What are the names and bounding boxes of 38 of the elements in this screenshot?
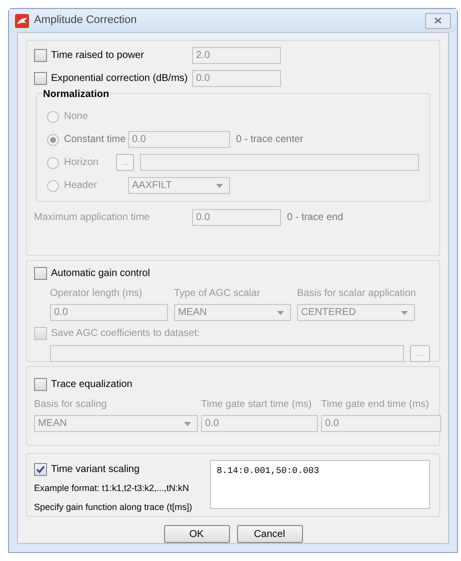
hint-text: 0 - trace end <box>287 211 344 225</box>
browse-button[interactable]: ... <box>410 345 430 362</box>
checkbox-label: Time raised to power <box>51 49 144 63</box>
dropdown[interactable]: CENTERED <box>297 304 415 321</box>
input-field[interactable]: 0.0 <box>192 209 281 226</box>
radio-label: Constant time <box>64 133 126 147</box>
input-field[interactable]: 0.0 <box>50 304 168 321</box>
field-label: Maximum application time <box>34 211 151 225</box>
column-label: Time gate end time (ms) <box>321 398 430 412</box>
column-label: Time gate start time (ms) <box>201 398 313 412</box>
browse-button[interactable]: ... <box>116 154 134 171</box>
input-field[interactable]: 0.0 <box>128 131 230 148</box>
dropdown[interactable]: MEAN <box>34 415 198 432</box>
column-label: Basis for scalar application <box>297 287 416 301</box>
window-title: Amplitude Correction <box>34 13 137 28</box>
input-field[interactable]: 2.0 <box>192 47 281 64</box>
hint-text: 0 - trace center <box>236 133 304 147</box>
cancel-button[interactable]: Cancel <box>236 525 302 543</box>
checkbox-label: Time variant scaling <box>51 463 140 477</box>
ok-button[interactable]: OK <box>164 525 230 543</box>
column-label: Operator length (ms) <box>50 287 144 301</box>
radio-label: None <box>64 110 88 124</box>
dropdown[interactable]: AAXFILT <box>128 177 230 194</box>
hint-text: Specify gain function along trace (t[ms]) <box>34 500 194 514</box>
column-label: Basis for scaling <box>34 398 108 412</box>
checkbox-label: Exponential correction (dB/ms) <box>51 72 188 86</box>
input-field[interactable]: 0.0 <box>321 415 441 432</box>
input-field[interactable]: 0.0 <box>192 70 281 87</box>
checkbox-label: Save AGC coefficients to dataset: <box>51 327 200 341</box>
radio-label: Header <box>64 179 97 193</box>
dropdown[interactable]: MEAN <box>174 304 291 321</box>
gain-function-field[interactable]: 8.14:0.001,50:0.003 <box>210 460 430 509</box>
checkbox-label: Automatic gain control <box>51 267 150 281</box>
input-field[interactable]: 0.0 <box>201 415 318 432</box>
checkbox-label: Trace equalization <box>51 378 132 392</box>
column-label: Type of AGC scalar <box>174 287 262 301</box>
example-text: Example format: t1:k1,t2-t3:k2,...,tN:kN <box>34 482 190 495</box>
radio-label: Horizon <box>64 156 98 170</box>
